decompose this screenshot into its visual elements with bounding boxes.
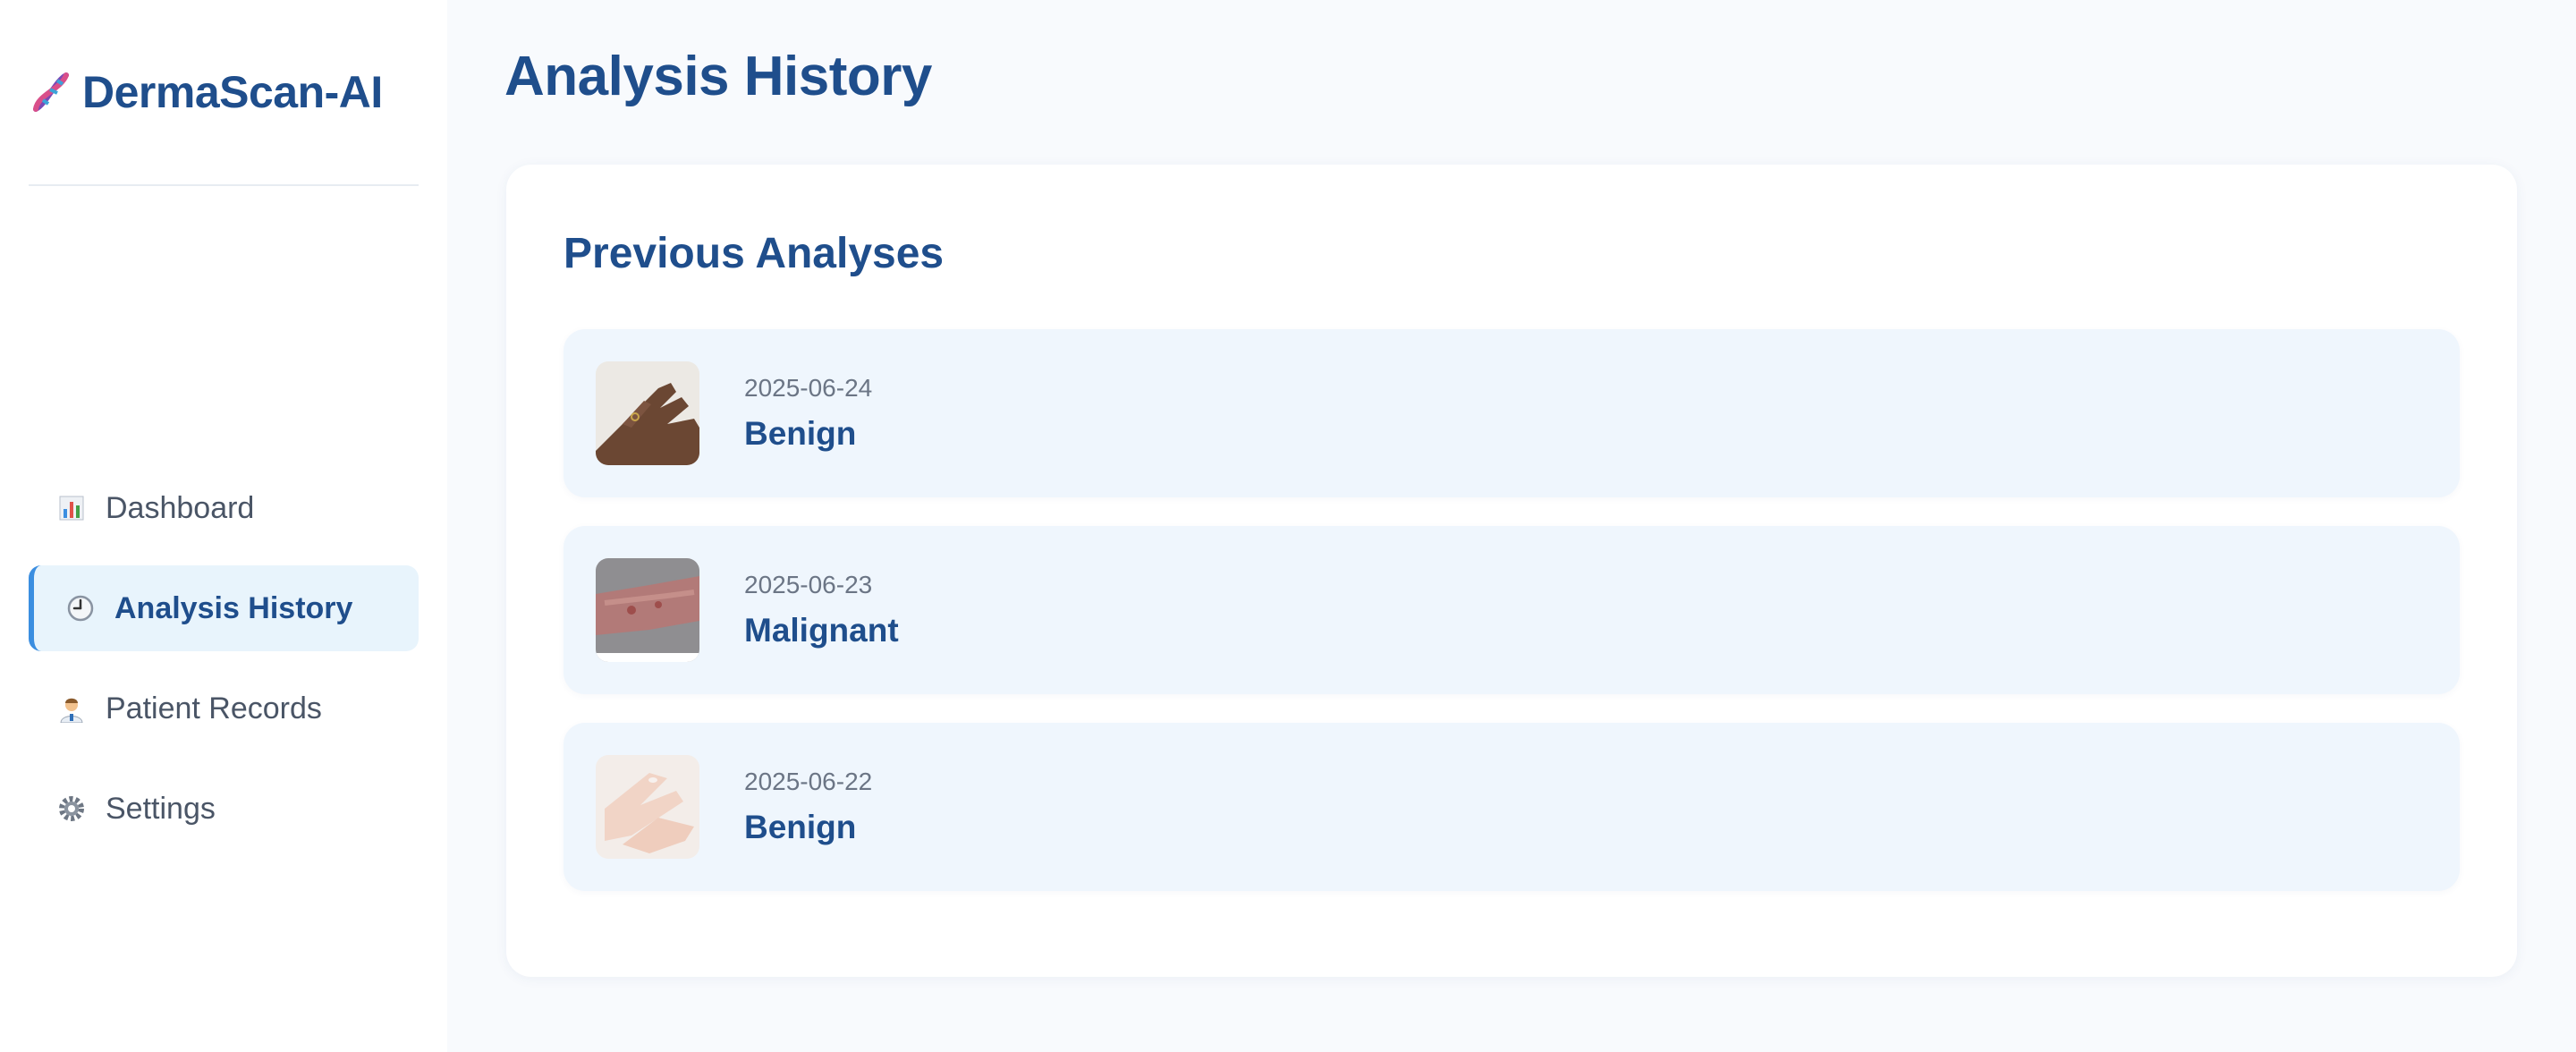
app: DermaScan-AI Dashboard Analysis History … [0, 0, 2576, 1052]
analysis-date: 2025-06-22 [744, 768, 873, 795]
item-details: 2025-06-22 Benign [744, 768, 872, 846]
brand-name: DermaScan-AI [82, 67, 383, 117]
item-details: 2025-06-24 Benign [744, 374, 872, 453]
section-title: Previous Analyses [564, 230, 945, 277]
history-card: Previous Analyses 2025-06-24 Benign 2025… [506, 165, 2517, 977]
dna-icon [29, 68, 73, 116]
analysis-result: Malignant [744, 612, 899, 649]
history-item[interactable]: 2025-06-22 Benign [564, 723, 2460, 891]
sidebar: DermaScan-AI Dashboard Analysis History … [0, 0, 447, 1052]
item-details: 2025-06-23 Malignant [744, 571, 899, 649]
main-content: Analysis History Previous Analyses 2025-… [447, 0, 2576, 1052]
brand[interactable]: DermaScan-AI [29, 0, 419, 186]
nav-item-analysis-history[interactable]: Analysis History [29, 565, 419, 651]
nav-item-settings[interactable]: Settings [29, 766, 419, 852]
analysis-date: 2025-06-23 [744, 571, 873, 598]
nav-item-label: Dashboard [106, 490, 255, 525]
clock-icon [64, 592, 97, 624]
nav-item-dashboard[interactable]: Dashboard [29, 465, 419, 551]
nav-item-patient-records[interactable]: Patient Records [29, 666, 419, 751]
gear-icon [55, 793, 88, 825]
analysis-thumbnail [596, 361, 699, 465]
analysis-result: Benign [744, 415, 857, 452]
page-title: Analysis History [504, 46, 932, 107]
doctor-icon [55, 692, 88, 725]
nav-item-label: Analysis History [114, 590, 353, 625]
nav-item-label: Patient Records [106, 691, 322, 725]
analysis-result: Benign [744, 809, 857, 845]
history-item[interactable]: 2025-06-23 Malignant [564, 526, 2460, 694]
analysis-date: 2025-06-24 [744, 374, 873, 402]
bar-chart-icon [55, 492, 88, 524]
analysis-thumbnail [596, 558, 699, 662]
history-item[interactable]: 2025-06-24 Benign [564, 329, 2460, 497]
analysis-thumbnail [596, 755, 699, 859]
nav-item-label: Settings [106, 791, 216, 826]
sidebar-nav: Dashboard Analysis History Patient Recor… [29, 465, 419, 866]
